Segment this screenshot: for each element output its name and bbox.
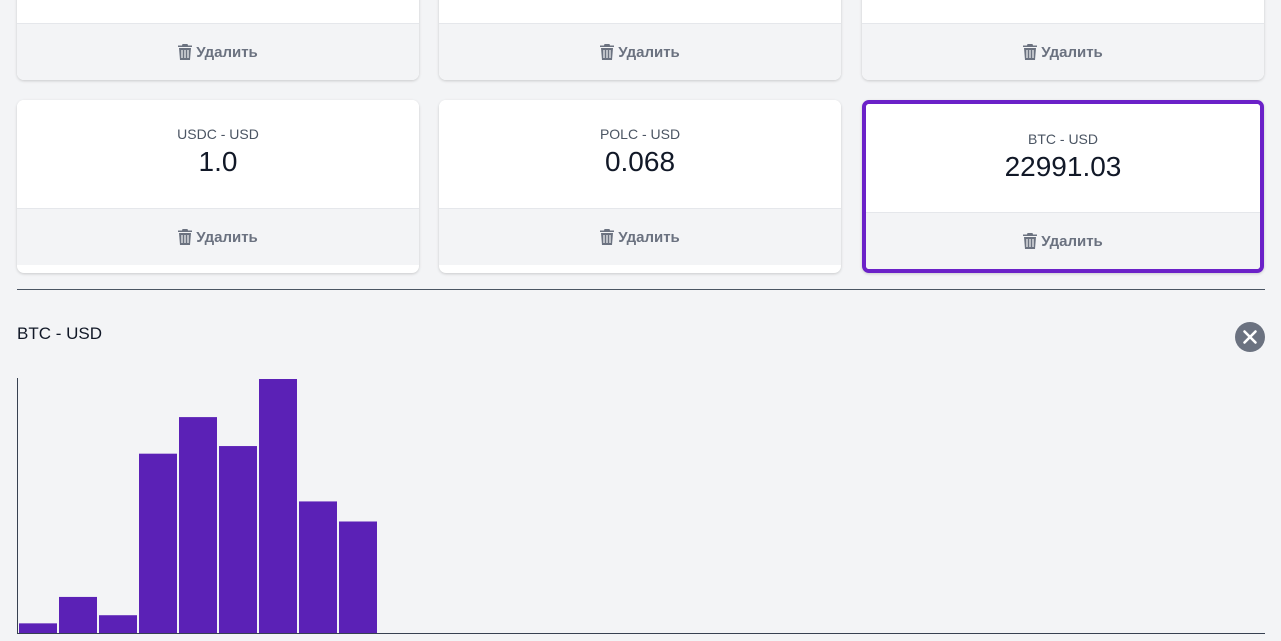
chart-bar (219, 446, 257, 633)
delete-button[interactable]: Удалить (17, 208, 419, 265)
chart-bar (139, 453, 177, 633)
chart-bar (299, 501, 337, 633)
ticker-name: POLC - USD (599, 126, 681, 142)
ticker-price: 22991.03 (1004, 151, 1122, 182)
page: Удалить Удалить Удалить USDC - USD 1.0 У… (0, 0, 1281, 641)
delete-label: Удалить (196, 228, 258, 246)
trash-icon (1023, 233, 1038, 249)
delete-label: Удалить (1041, 43, 1103, 61)
trash-icon (1023, 44, 1038, 60)
chart-bar (259, 379, 297, 633)
delete-button[interactable]: Удалить (17, 23, 419, 80)
ticker-name: BTC - USD (1028, 131, 1098, 147)
ticker-card-body (17, 0, 419, 23)
trash-icon (600, 44, 615, 60)
ticker-price: 1.0 (198, 146, 238, 177)
close-icon (1235, 322, 1265, 352)
ticker-card-body: BTC - USD 22991.03 (866, 104, 1260, 212)
delete-button[interactable]: Удалить (866, 212, 1260, 269)
ticker-card-top-1[interactable]: Удалить (17, 0, 419, 80)
bar-chart (17, 378, 1265, 634)
ticker-card-polc[interactable]: POLC - USD 0.068 Удалить (439, 100, 841, 273)
ticker-card-body (862, 0, 1264, 23)
trash-icon (178, 229, 193, 245)
delete-button[interactable]: Удалить (862, 23, 1264, 80)
price-chart (17, 378, 1265, 634)
ticker-card-usdc[interactable]: USDC - USD 1.0 Удалить (17, 100, 419, 273)
close-graph-button[interactable] (1235, 322, 1265, 352)
ticker-name: USDC - USD (177, 126, 259, 142)
delete-button[interactable]: Удалить (439, 208, 841, 265)
delete-label: Удалить (618, 43, 680, 61)
trash-icon (600, 229, 615, 245)
ticker-card-top-3[interactable]: Удалить (862, 0, 1264, 80)
ticker-card-top-2[interactable]: Удалить (439, 0, 841, 80)
ticker-price: 0.068 (604, 146, 676, 177)
trash-icon (178, 44, 193, 60)
chart-bar (179, 417, 217, 633)
delete-label: Удалить (618, 228, 680, 246)
chart-bar (99, 615, 137, 633)
chart-bar (339, 521, 377, 633)
chart-bar (59, 596, 97, 633)
delete-label: Удалить (196, 43, 258, 61)
delete-label: Удалить (1041, 232, 1103, 250)
chart-bar (19, 623, 57, 633)
delete-button[interactable]: Удалить (439, 23, 841, 80)
ticker-card-body: USDC - USD 1.0 (17, 100, 419, 208)
ticker-card-body (439, 0, 841, 23)
ticker-card-body: POLC - USD 0.068 (439, 100, 841, 208)
graph-title: BTC - USD (17, 324, 102, 343)
section-divider (17, 289, 1265, 290)
ticker-card-btc[interactable]: BTC - USD 22991.03 Удалить (862, 100, 1264, 273)
